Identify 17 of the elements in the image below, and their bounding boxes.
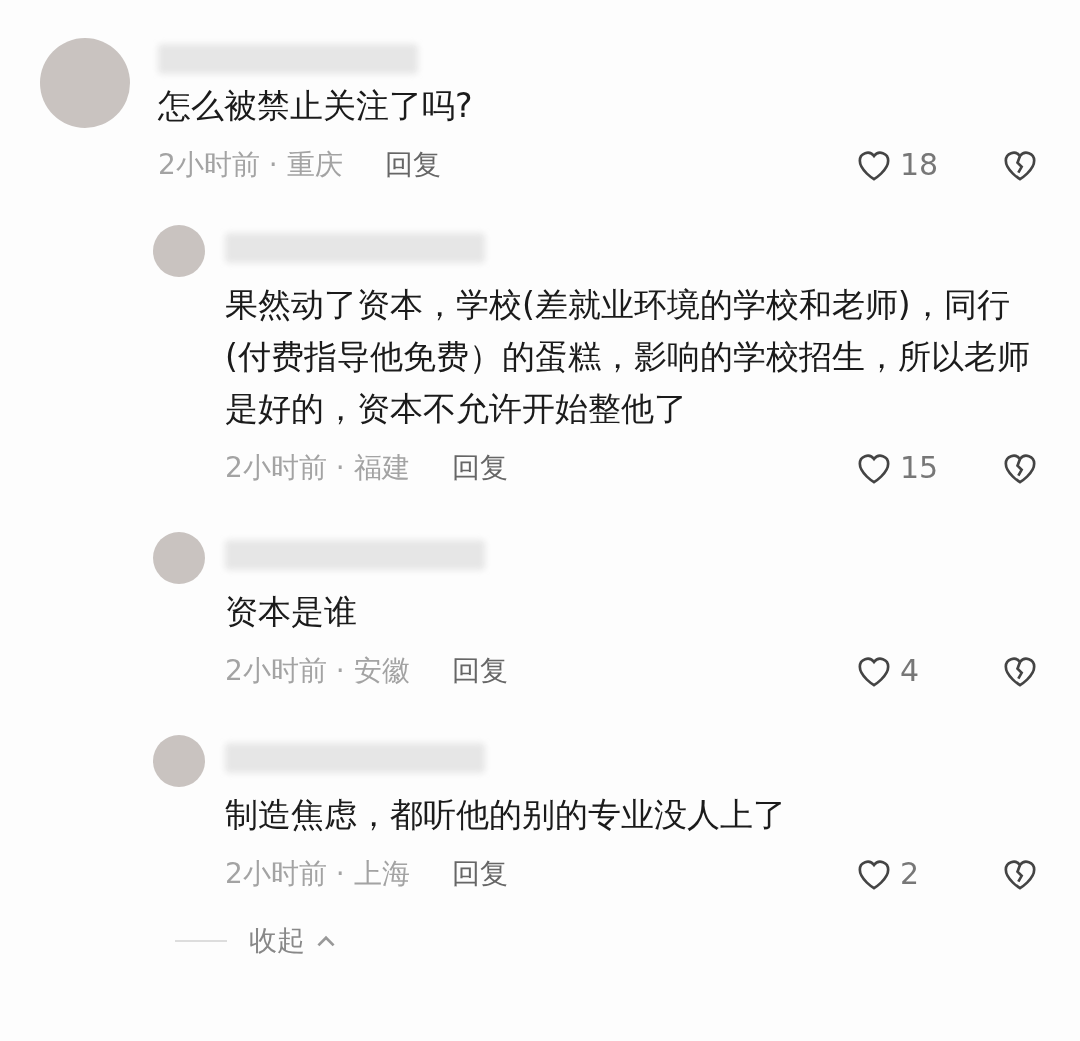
comment-text: 制造焦虑，都听他的别的专业没人上了	[225, 794, 787, 836]
reply-link[interactable]: 回复	[451, 649, 508, 692]
comment-meta: 2小时前 · 上海	[225, 855, 410, 892]
comment-text: 果然动了资本，学校(差就业环境的学校和老师)，同行(付费指导他免费）的蛋糕，影响的学校招生，所以老师是好的，资本不允许开始整他了	[225, 284, 1031, 430]
like-button[interactable]: 2	[854, 851, 954, 896]
comment-text: 资本是谁	[225, 591, 358, 633]
like-button[interactable]: 4	[854, 648, 954, 693]
like-button[interactable]: 18	[854, 142, 954, 187]
reply-link[interactable]: 回复	[451, 446, 508, 489]
reply-link[interactable]: 回复	[384, 143, 441, 186]
comment-meta: 2小时前 · 福建	[225, 449, 410, 486]
reply-link[interactable]: 回复	[451, 852, 508, 895]
comment-meta: 2小时前 · 安徽	[225, 652, 410, 689]
comment-text: 怎么被禁止关注了吗?	[158, 85, 474, 127]
collapse-button[interactable]: 收起	[249, 920, 339, 962]
comment-meta: 2小时前 · 重庆	[158, 146, 343, 183]
like-button[interactable]: 15	[854, 445, 954, 490]
